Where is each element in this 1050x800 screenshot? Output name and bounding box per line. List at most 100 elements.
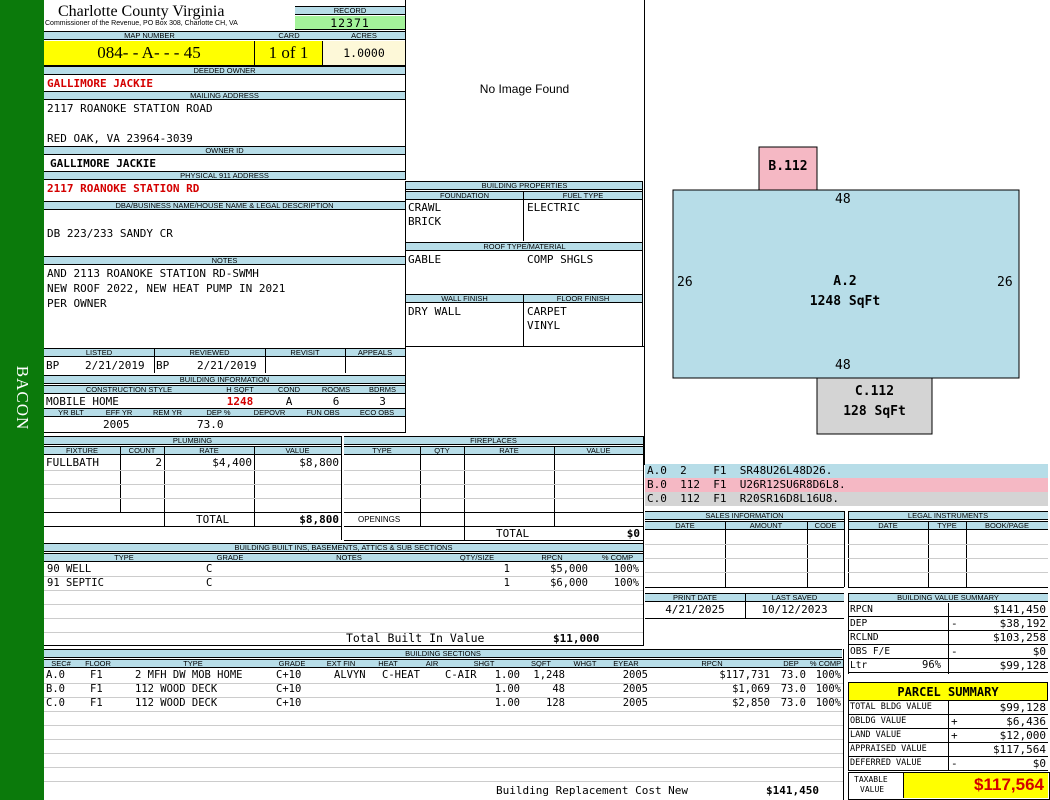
value-summary-label: BUILDING VALUE SUMMARY — [848, 593, 1048, 602]
rate-label: RATE — [164, 446, 254, 455]
sections-label: BUILDING SECTIONS — [44, 649, 842, 658]
plumbing-total: $8,800 — [299, 513, 339, 526]
section-eyear: 2005 — [622, 697, 648, 709]
last-saved-label: LAST SAVED — [745, 593, 844, 602]
section-heat: C-HEAT — [382, 669, 420, 681]
section-header: DEP — [774, 659, 808, 668]
county-address: Commissioner of the Revenue, PO Box 308,… — [45, 20, 238, 27]
last-saved: 10/12/2023 — [761, 603, 828, 616]
appeals-label: APPEALS — [345, 348, 405, 357]
sketch-dim-right: 26 — [997, 275, 1013, 290]
section-grade: C+10 — [276, 669, 302, 681]
builtin-grade: C — [206, 563, 213, 575]
listed-by: BP — [46, 359, 60, 372]
floor-finish-label: FLOOR FINISH — [523, 294, 643, 303]
building-info-label: BUILDING INFORMATION — [44, 375, 405, 384]
sketch-dim-left: 26 — [677, 275, 693, 290]
sketch-c-area: 128 SqFt — [843, 404, 906, 419]
fixture-label: FIXTURE — [44, 446, 120, 455]
roof-type: GABLE — [408, 253, 442, 266]
parcel-left-line — [848, 701, 849, 771]
vs-label: DEP — [850, 618, 868, 629]
hsqft-label: H SQFT — [214, 385, 266, 394]
yrblt-label: YR BLT — [44, 408, 98, 417]
section-row-divider — [44, 739, 843, 740]
section-ext: ALVYN — [334, 669, 366, 681]
fp-type-label: TYPE — [344, 446, 420, 455]
parcel-row-sign: + — [951, 729, 958, 742]
section-sqft: 1,248 — [533, 669, 565, 681]
builtin-type: 91 SEPTIC — [47, 577, 104, 589]
physical-address: 2117 ROANOKE STATION RD — [47, 182, 200, 195]
vs-value: $103,258 — [993, 631, 1046, 644]
reviewed-by: BP — [156, 359, 170, 372]
section-row-divider — [44, 697, 843, 698]
vs-label: OBS F/E — [850, 646, 891, 657]
fuel-type-label: FUEL TYPE — [523, 191, 643, 200]
bdrms: 3 — [379, 395, 386, 408]
parcel-row-value: $117,564 — [993, 743, 1046, 756]
depovr-label: DEPOVR — [242, 408, 297, 417]
vs-label: RPCN — [850, 604, 873, 615]
fp-rate-label: RATE — [464, 446, 554, 455]
section-rpcn: $2,850 — [732, 697, 770, 709]
count-label: COUNT — [120, 446, 164, 455]
section-row-divider — [44, 781, 843, 782]
side-label: BACON — [13, 365, 32, 431]
section-header: WHGT — [568, 659, 602, 668]
section-type: 112 WOOD DECK — [135, 697, 218, 709]
legal-instr-label: LEGAL INSTRUMENTS — [848, 511, 1048, 520]
section-grade: C+10 — [276, 683, 302, 695]
ecoobs-label: ECO OBS — [349, 408, 405, 417]
dep-label: DEP % — [195, 408, 242, 417]
section-eyear: 2005 — [622, 669, 648, 681]
vs-label: Ltr — [850, 660, 868, 671]
notes-line2: NEW ROOF 2022, NEW HEAT PUMP IN 2021 — [47, 282, 286, 295]
parcel-row-sign: - — [951, 757, 958, 770]
fp-value-label: VALUE — [554, 446, 643, 455]
sketch-legend-row: C.0 112 F1 R20SR16D8L16U8. — [645, 492, 1048, 506]
section-header: TYPE — [118, 659, 268, 668]
owner-id-label: OWNER ID — [44, 146, 405, 155]
section-air: C-AIR — [445, 669, 477, 681]
section-floor: F1 — [90, 669, 103, 681]
section-dep: 73.0 — [780, 697, 806, 709]
fireplaces-label: FIREPLACES — [344, 436, 643, 445]
county-name: Charlotte County Virginia — [58, 3, 225, 20]
builtin-row-divider — [44, 618, 643, 619]
builtin-rpcn: $6,000 — [550, 577, 588, 589]
section-shgt: 1.00 — [494, 669, 520, 681]
reviewed-date: 2/21/2019 — [197, 359, 257, 372]
notes-line1: AND 2113 ROANOKE STATION RD-SWMH — [47, 267, 259, 280]
builtin-qty: 1 — [503, 577, 510, 589]
deeded-owner: GALLIMORE JACKIE — [47, 77, 153, 90]
fp-total: $0 — [626, 527, 640, 540]
sketch-dim-top: 48 — [835, 192, 851, 207]
dep: 73.0 — [197, 418, 224, 431]
acres-value: 1.0000 — [323, 41, 405, 65]
section-row-divider — [44, 753, 843, 754]
map-number-label: MAP NUMBER — [44, 31, 255, 40]
owner-id: GALLIMORE JACKIE — [50, 157, 156, 170]
sales-date-label: DATE — [645, 521, 725, 530]
parcel-column-line — [948, 701, 949, 771]
roof-label: ROOF TYPE/MATERIAL — [406, 242, 643, 251]
vs-sign: - — [951, 645, 958, 658]
rooms: 6 — [332, 395, 340, 408]
vs-sign: - — [951, 617, 958, 630]
section-type: 112 WOOD DECK — [135, 683, 218, 695]
section-header: EXT FIN — [316, 659, 366, 668]
section-header: EYEAR — [602, 659, 650, 668]
builtins-qty-label: QTY/SIZE — [442, 553, 512, 562]
builtin-comp: 100% — [613, 563, 639, 575]
section-sec: C.0 — [46, 697, 65, 709]
record-label: RECORD — [295, 6, 405, 15]
rooms-label: ROOMS — [312, 385, 360, 394]
builtin-row-divider — [44, 576, 643, 577]
vs-pct: 96% — [922, 659, 941, 671]
section-comp: 100% — [815, 669, 841, 681]
sketch-a-label: A.2 — [833, 274, 857, 289]
openings-label: OPENINGS — [358, 515, 401, 524]
section-header: HEAT — [366, 659, 410, 668]
section-sqft: 128 — [546, 697, 565, 709]
